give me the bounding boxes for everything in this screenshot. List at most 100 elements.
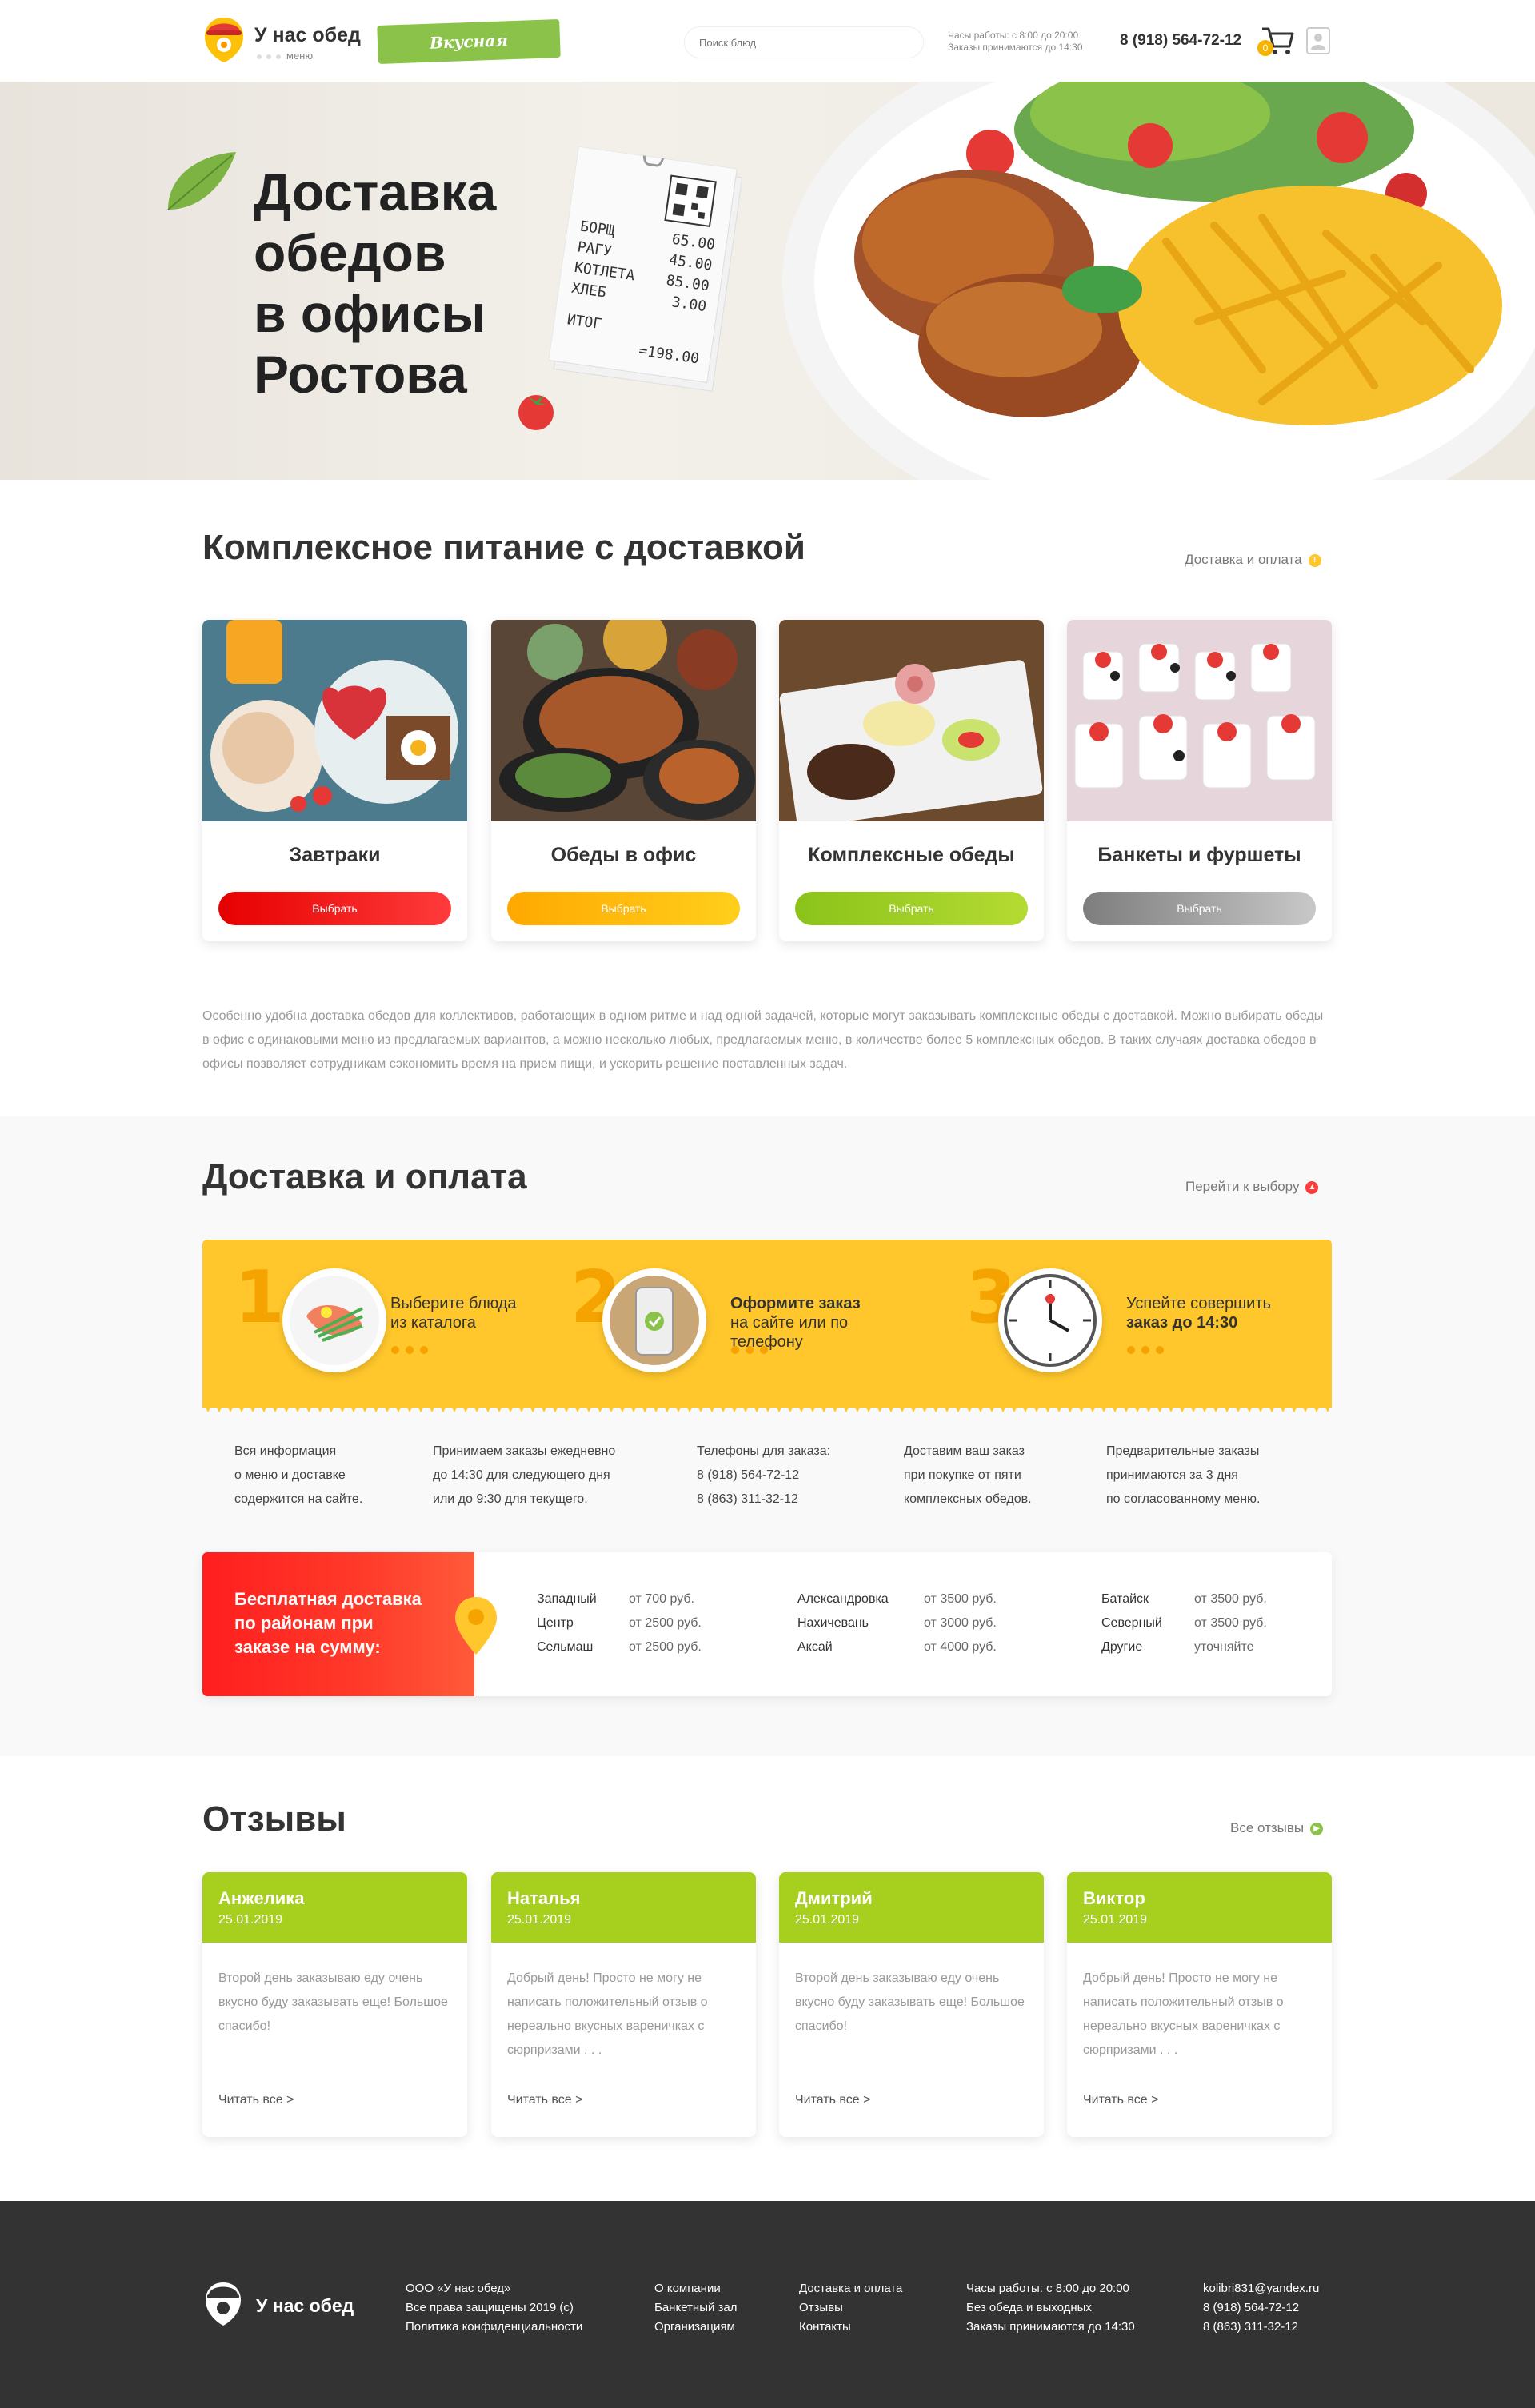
receipt-item-price: 3.00: [670, 294, 708, 316]
review-text: Второй день заказываю еду очень вкусно б…: [218, 1971, 448, 2033]
review-author: Анжелика: [218, 1888, 305, 1908]
footer-copyright: Все права защищены 2019 (с): [406, 2301, 574, 2314]
info-line: при покупке от пяти: [904, 1468, 1021, 1482]
receipt-item-name: ХЛЕБ: [570, 279, 607, 301]
info-line: Телефоны для заказа:: [697, 1444, 831, 1458]
info-line: по согласованному меню.: [1106, 1492, 1261, 1506]
footer-nav-col: Доставка и оплата Отзывы Контакты: [799, 2279, 902, 2337]
footer-link-banquet-hall[interactable]: Банкетный зал: [654, 2298, 738, 2318]
delivery-payment-link[interactable]: Доставка и оплата!: [1185, 552, 1321, 568]
footer-link-delivery[interactable]: Доставка и оплата: [799, 2279, 902, 2298]
footer-phone[interactable]: 8 (918) 564-72-12: [1203, 2298, 1319, 2318]
district-name: Западный: [537, 1592, 597, 1606]
logo-dots: [257, 54, 281, 59]
site-header: У нас обед меню Вкусная домашняя еда! Ча…: [0, 0, 1535, 92]
district-price: уточняйте: [1194, 1640, 1254, 1654]
all-reviews-link[interactable]: Все отзывы ▶: [1230, 1820, 1324, 1836]
arrow-right-icon: ▶: [1310, 1822, 1324, 1835]
footer-hours-col: Часы работы: с 8:00 до 20:00 Без обеда и…: [966, 2279, 1135, 2337]
step-text-line: заказ до 14:30: [1126, 1314, 1238, 1332]
clock-icon: [998, 1268, 1102, 1372]
footer-hours-line: Без обеда и выходных: [966, 2301, 1092, 2314]
map-pin-icon: [455, 1597, 497, 1655]
review-text: Добрый день! Просто не могу не написать …: [507, 1971, 708, 2057]
review-card: Наталья 25.01.2019 Добрый день! Просто н…: [491, 1872, 756, 2137]
search-input[interactable]: [684, 26, 924, 58]
district-name: Другие: [1101, 1640, 1143, 1654]
info-phone[interactable]: 8 (863) 311-32-12: [697, 1488, 830, 1511]
review-header: Анжелика 25.01.2019: [202, 1872, 467, 1943]
step-text-line: из каталога: [390, 1314, 476, 1332]
read-more-link[interactable]: Читать все >: [795, 2093, 870, 2107]
info-line: содержится на сайте.: [234, 1492, 363, 1506]
footer-privacy-link[interactable]: Политика конфиденциальности: [406, 2318, 582, 2337]
review-text: Добрый день! Просто не могу не написать …: [1083, 1971, 1284, 2057]
read-more-link[interactable]: Читать все >: [1083, 2093, 1158, 2107]
read-more-link[interactable]: Читать все >: [218, 2093, 294, 2107]
footer-logo-text[interactable]: У нас обед: [256, 2295, 354, 2317]
step-text: Выберите блюда из каталога: [390, 1294, 517, 1332]
header-phone[interactable]: 8 (918) 564-72-12: [1120, 32, 1241, 50]
review-author: Виктор: [1083, 1888, 1145, 1908]
info-line: Вся информация: [234, 1444, 337, 1458]
district-name: Северный: [1101, 1616, 1162, 1630]
info-line: до 14:30 для следующего дня: [433, 1468, 610, 1482]
info-column: Предварительные заказы принимаются за 3 …: [1106, 1440, 1260, 1511]
footer-link-contacts[interactable]: Контакты: [799, 2318, 902, 2337]
free-delivery-panel: Бесплатная доставка по районам при заказ…: [202, 1552, 1332, 1696]
district-names: Александровка Нахичевань Аксай: [797, 1587, 889, 1659]
step-2: 2 Оформите заказ на сайте или по телефон…: [570, 1240, 922, 1408]
step-text-line: Оформите заказ: [730, 1295, 861, 1312]
hero-title-line: Доставка: [254, 162, 497, 222]
district-price: от 2500 руб.: [629, 1640, 702, 1654]
district-prices: от 700 руб. от 2500 руб. от 2500 руб.: [629, 1587, 702, 1659]
banquets-image: [1067, 620, 1332, 821]
go-to-choice-link[interactable]: Перейти к выбору ▲: [1185, 1179, 1319, 1195]
order-steps: 1 Выберите блюда из каталога 2 Оформите …: [202, 1240, 1332, 1408]
choose-button[interactable]: Выбрать: [1083, 892, 1316, 925]
info-line: принимаются за 3 дня: [1106, 1468, 1238, 1482]
card-title: Банкеты и фуршеты: [1097, 844, 1301, 866]
info-line: Доставим ваш заказ: [904, 1444, 1025, 1458]
card-title: Комплексные обеды: [808, 844, 1015, 866]
arrow-up-icon: ▲: [1305, 1180, 1319, 1194]
choose-button[interactable]: Выбрать: [795, 892, 1028, 925]
district-price: от 2500 руб.: [629, 1616, 702, 1630]
footer-hours-line: Заказы принимаются до 14:30: [966, 2320, 1135, 2334]
category-card-office-lunch[interactable]: Обеды в офис Выбрать: [491, 620, 756, 941]
footer-link-organizations[interactable]: Организациям: [654, 2318, 738, 2337]
category-card-breakfast[interactable]: Завтраки Выбрать: [202, 620, 467, 941]
review-author: Наталья: [507, 1888, 581, 1908]
hero-banner: Доставка обедов в офисы Ростова БОРЩ 65.0…: [0, 82, 1535, 480]
section-title-complex: Комплексное питание с доставкой: [202, 528, 805, 567]
choose-button[interactable]: Выбрать: [218, 892, 451, 925]
district-name: Александровка: [797, 1592, 889, 1606]
category-card-banquets[interactable]: Банкеты и фуршеты Выбрать: [1067, 620, 1332, 941]
footer-link-about[interactable]: О компании: [654, 2279, 738, 2298]
read-more-link[interactable]: Читать все >: [507, 2093, 582, 2107]
complex-lunch-image: [779, 620, 1044, 821]
footer-link-reviews[interactable]: Отзывы: [799, 2298, 902, 2318]
user-icon[interactable]: [1306, 27, 1330, 54]
info-phone[interactable]: 8 (918) 564-72-12: [697, 1464, 830, 1488]
step-dots: [731, 1346, 768, 1354]
logo[interactable]: У нас обед меню: [202, 14, 362, 67]
info-line: Предварительные заказы: [1106, 1444, 1260, 1458]
footer-email[interactable]: kolibri831@yandex.ru: [1203, 2279, 1319, 2298]
footer-phone[interactable]: 8 (863) 311-32-12: [1203, 2318, 1319, 2337]
section-title-reviews: Отзывы: [202, 1799, 346, 1839]
district-price: от 3000 руб.: [924, 1616, 997, 1630]
district-name: Нахичевань: [797, 1616, 869, 1630]
delivery-payment-link-label: Доставка и оплата: [1185, 552, 1302, 567]
footer-logo-icon[interactable]: [202, 2279, 244, 2327]
logo-subtitle: меню: [286, 50, 314, 62]
step-text: Успейте совершить заказ до 14:30: [1126, 1294, 1271, 1332]
info-column: Принимаем заказы ежедневно до 14:30 для …: [433, 1440, 615, 1511]
choose-button[interactable]: Выбрать: [507, 892, 740, 925]
category-card-complex-lunch[interactable]: Комплексные обеды Выбрать: [779, 620, 1044, 941]
card-title: Завтраки: [289, 844, 381, 866]
hero-title-line: обедов: [254, 223, 446, 282]
district-price: от 3500 руб.: [924, 1592, 997, 1606]
card-title: Обеды в офис: [550, 844, 697, 866]
district-names: Западный Центр Сельмаш: [537, 1587, 597, 1659]
